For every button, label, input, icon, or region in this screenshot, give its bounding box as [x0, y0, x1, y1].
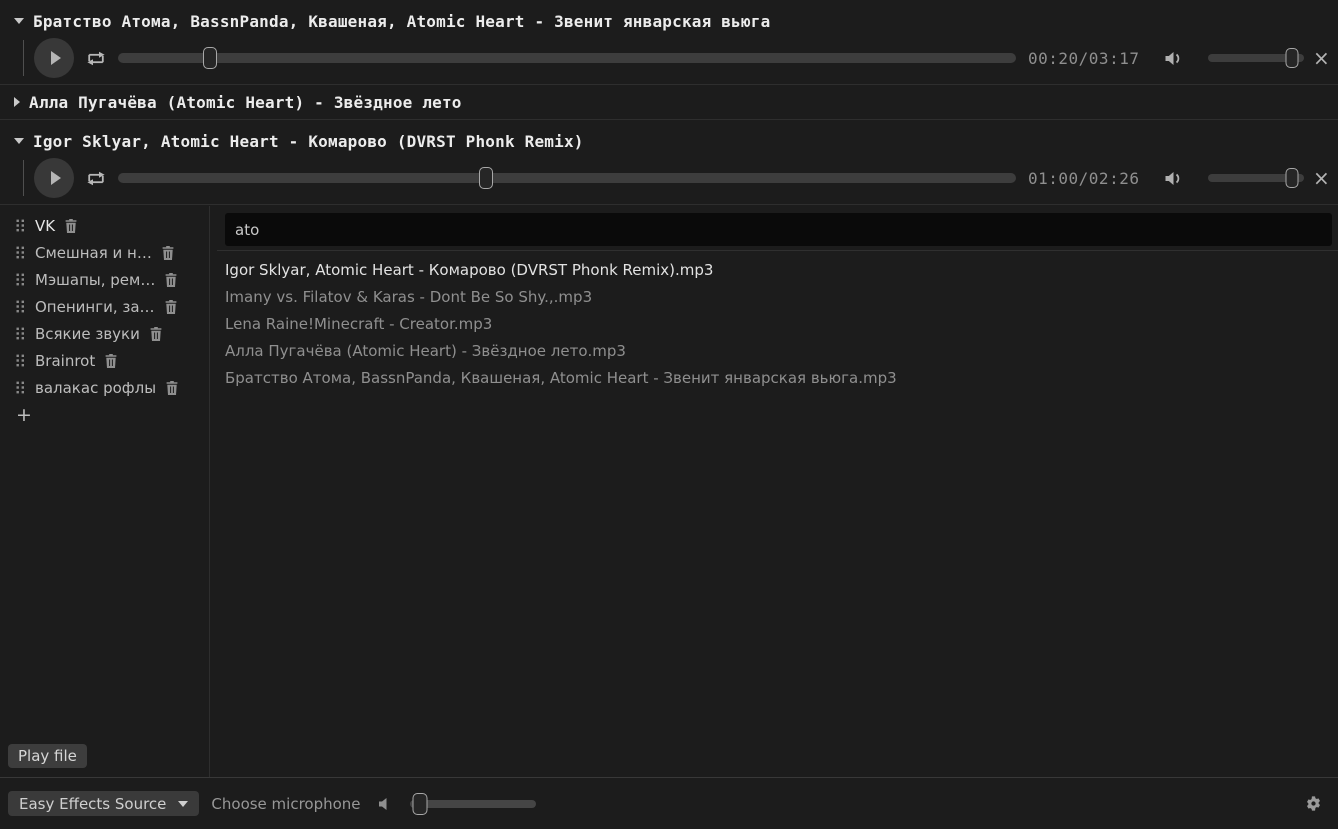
track-title: Igor Sklyar, Atomic Heart - Комарово (DV… — [33, 132, 584, 151]
play-button[interactable] — [34, 38, 74, 78]
volume-slider-handle[interactable] — [1285, 48, 1298, 68]
file-row[interactable]: Igor Sklyar, Atomic Heart - Комарово (DV… — [225, 257, 1332, 284]
repeat-button[interactable] — [84, 51, 108, 66]
seek-slider[interactable] — [118, 173, 1016, 183]
track-panel-3: Igor Sklyar, Atomic Heart - Комарово (DV… — [0, 128, 1338, 205]
tab-label: Brainrot — [35, 352, 95, 370]
file-panel: Igor Sklyar, Atomic Heart - Комарово (DV… — [210, 206, 1338, 777]
track-3-controls: 01:00/02:26 × — [0, 154, 1338, 204]
search-underline — [217, 250, 1338, 251]
trash-icon[interactable] — [65, 219, 77, 233]
drag-handle-icon[interactable] — [16, 381, 25, 394]
drag-handle-icon[interactable] — [16, 327, 25, 340]
playlist-sidebar: VK Смешная и н… Мэшапы, рем… Опенинги, з… — [0, 206, 210, 777]
expander-open-icon[interactable] — [14, 138, 24, 144]
trash-icon[interactable] — [165, 300, 177, 314]
track-title: Братство Атома, BassnPanda, Квашеная, At… — [33, 12, 770, 31]
track-1-controls: 00:20/03:17 × — [0, 34, 1338, 84]
file-row[interactable]: Lena Raine!Minecraft - Creator.mp3 — [225, 311, 1332, 338]
repeat-button[interactable] — [84, 171, 108, 186]
tab-label: Всякие звуки — [35, 325, 140, 343]
trash-icon[interactable] — [165, 273, 177, 287]
soundboard-app: Братство Атома, BassnPanda, Квашеная, At… — [0, 0, 1338, 829]
volume-slider-handle[interactable] — [1285, 168, 1298, 188]
close-track-button[interactable]: × — [1313, 168, 1330, 188]
play-icon — [51, 51, 61, 65]
sidebar-item-brainrot[interactable]: Brainrot — [0, 347, 209, 374]
file-row[interactable]: Алла Пугачёва (Atomic Heart) - Звёздное … — [225, 338, 1332, 365]
track-title: Алла Пугачёва (Atomic Heart) - Звёздное … — [29, 93, 462, 112]
track-2-header[interactable]: Алла Пугачёва (Atomic Heart) - Звёздное … — [0, 85, 1338, 119]
sidebar-item-smeshnaya[interactable]: Смешная и н… — [0, 239, 209, 266]
drag-handle-icon[interactable] — [16, 354, 25, 367]
source-selector-label: Easy Effects Source — [19, 795, 166, 813]
sidebar-item-vk[interactable]: VK — [0, 212, 209, 239]
play-button[interactable] — [34, 158, 74, 198]
tab-label: Опенинги, за… — [35, 298, 155, 316]
track-3-header[interactable]: Igor Sklyar, Atomic Heart - Комарово (DV… — [0, 128, 1338, 154]
time-display: 00:20/03:17 — [1028, 49, 1146, 68]
add-playlist-button[interactable]: + — [0, 401, 209, 428]
repeat-icon — [86, 171, 106, 186]
trash-icon[interactable] — [162, 246, 174, 260]
search-input[interactable] — [225, 213, 1332, 246]
tab-label: Смешная и н… — [35, 244, 152, 262]
main-area: VK Смешная и н… Мэшапы, рем… Опенинги, з… — [0, 206, 1338, 777]
bottom-bar: Easy Effects Source Choose microphone — [0, 777, 1338, 829]
speaker-muted-icon[interactable] — [378, 797, 392, 811]
file-list: Igor Sklyar, Atomic Heart - Комарово (DV… — [225, 257, 1332, 392]
track-panel-1: Братство Атома, BassnPanda, Квашеная, At… — [0, 8, 1338, 85]
mic-volume-handle[interactable] — [412, 793, 427, 815]
drag-handle-icon[interactable] — [16, 300, 25, 313]
close-track-button[interactable]: × — [1313, 48, 1330, 68]
repeat-icon — [86, 51, 106, 66]
trash-icon[interactable] — [150, 327, 162, 341]
seek-slider[interactable] — [118, 53, 1016, 63]
tab-label: валакас рофлы — [35, 379, 156, 397]
play-icon — [51, 171, 61, 185]
sidebar-item-sounds[interactable]: Всякие звуки — [0, 320, 209, 347]
sidebar-item-openings[interactable]: Опенинги, за… — [0, 293, 209, 320]
tab-label: Мэшапы, рем… — [35, 271, 155, 289]
trash-icon[interactable] — [166, 381, 178, 395]
drag-handle-icon[interactable] — [16, 246, 25, 259]
time-display: 01:00/02:26 — [1028, 169, 1146, 188]
trash-icon[interactable] — [105, 354, 117, 368]
source-selector-dropdown[interactable]: Easy Effects Source — [8, 791, 199, 816]
volume-slider[interactable] — [1208, 54, 1304, 62]
gear-icon[interactable] — [1305, 795, 1322, 812]
drag-handle-icon[interactable] — [16, 273, 25, 286]
seek-slider-handle[interactable] — [203, 47, 217, 69]
volume-slider[interactable] — [1208, 174, 1304, 182]
level-indicator — [23, 160, 24, 196]
expander-open-icon[interactable] — [14, 18, 24, 24]
file-row[interactable]: Imany vs. Filatov & Karas - Dont Be So S… — [225, 284, 1332, 311]
track-1-header[interactable]: Братство Атома, BassnPanda, Квашеная, At… — [0, 8, 1338, 34]
mic-volume-slider[interactable] — [410, 800, 536, 808]
drag-handle-icon[interactable] — [16, 219, 25, 232]
choose-microphone-label: Choose microphone — [211, 795, 360, 813]
play-file-button[interactable]: Play file — [8, 744, 87, 768]
tab-label: VK — [35, 217, 55, 235]
chevron-down-icon — [178, 801, 188, 807]
sidebar-item-valakas[interactable]: валакас рофлы — [0, 374, 209, 401]
level-indicator — [23, 40, 24, 76]
speaker-loud-icon[interactable] — [1164, 51, 1183, 66]
track-panel-2: Алла Пугачёва (Atomic Heart) - Звёздное … — [0, 85, 1338, 120]
expander-closed-icon[interactable] — [14, 97, 20, 107]
sidebar-item-mashups[interactable]: Мэшапы, рем… — [0, 266, 209, 293]
speaker-loud-icon[interactable] — [1164, 171, 1183, 186]
seek-slider-handle[interactable] — [479, 167, 493, 189]
file-row[interactable]: Братство Атома, BassnPanda, Квашеная, At… — [225, 365, 1332, 392]
